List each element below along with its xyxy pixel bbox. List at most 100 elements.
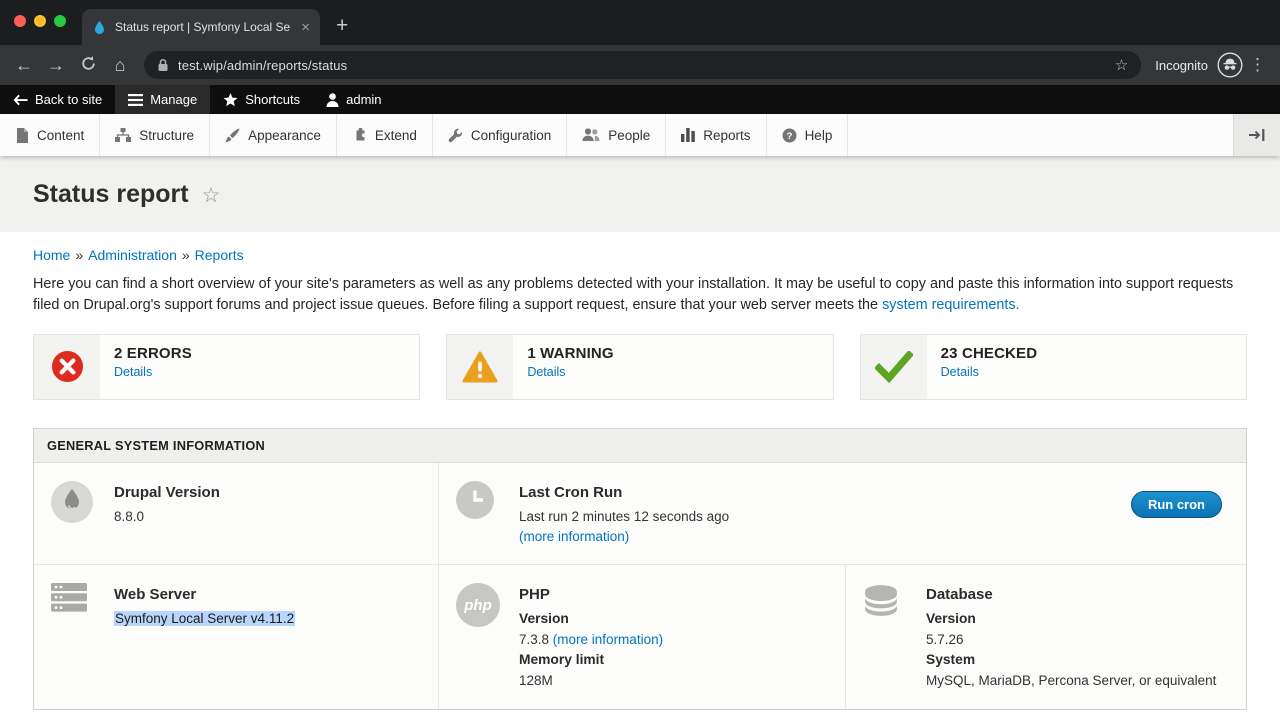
browser-tab[interactable]: Status report | Symfony Local Se ×	[82, 9, 320, 45]
breadcrumb-home-link[interactable]: Home	[33, 247, 70, 263]
php-icon: php	[456, 583, 500, 627]
window-close-button[interactable]	[14, 15, 26, 27]
breadcrumb-administration-link[interactable]: Administration	[88, 247, 177, 263]
forward-button[interactable]: →	[40, 56, 72, 74]
menu-item-label: People	[608, 128, 650, 143]
breadcrumb: Home»Administration»Reports	[33, 247, 1247, 263]
sitemap-icon	[115, 128, 131, 142]
php-icon-cell: php	[456, 581, 519, 693]
user-label: admin	[346, 92, 381, 107]
cron-title: Last Cron Run	[519, 482, 729, 505]
last-cron-run-cell: Last Cron Run Last run 2 minutes 12 seco…	[438, 463, 1246, 564]
menu-item-extend[interactable]: Extend	[337, 114, 433, 156]
clock-icon	[456, 481, 494, 519]
breadcrumb-separator: »	[182, 247, 190, 263]
browser-tabstrip: Status report | Symfony Local Se × +	[0, 0, 1280, 45]
menu-item-help[interactable]: ? Help	[767, 114, 849, 156]
clock-icon-cell	[456, 479, 519, 548]
php-cell: php PHP Version 7.3.8 (more information)…	[438, 565, 845, 709]
tray-orientation-toggle-button[interactable]	[1233, 114, 1280, 156]
php-memory-label: Memory limit	[519, 650, 663, 671]
intro-paragraph: Here you can find a short overview of yo…	[33, 274, 1247, 317]
arrow-left-icon	[13, 94, 28, 106]
toolbar-spacer	[395, 85, 1280, 114]
drupal-version-cell: Drupal Version 8.8.0	[34, 463, 438, 564]
checked-count: 23 CHECKED	[941, 345, 1038, 362]
web-server-cell: Web Server Symfony Local Server v4.11.2	[34, 565, 438, 709]
menu-item-people[interactable]: People	[567, 114, 666, 156]
tab-close-icon[interactable]: ×	[301, 20, 310, 35]
url-text: test.wip/admin/reports/status	[178, 58, 1106, 73]
wrench-icon	[448, 128, 463, 143]
favorite-star-icon[interactable]: ☆	[202, 183, 221, 208]
database-cell: Database Version 5.7.26 System MySQL, Ma…	[845, 565, 1246, 709]
menu-item-content[interactable]: Content	[0, 114, 100, 156]
menu-item-structure[interactable]: Structure	[100, 114, 210, 156]
shortcuts-label: Shortcuts	[245, 92, 300, 107]
menu-item-label: Content	[37, 128, 84, 143]
back-to-site-link[interactable]: Back to site	[0, 85, 115, 114]
page-header: Status report ☆	[0, 156, 1280, 232]
intro-text: Here you can find a short overview of yo…	[33, 276, 1233, 313]
svg-text:php: php	[463, 597, 492, 614]
server-icon	[51, 583, 87, 612]
menu-item-label: Help	[805, 128, 833, 143]
cron-last-run: Last run 2 minutes 12 seconds ago	[519, 507, 729, 527]
web-server-title: Web Server	[114, 584, 295, 607]
menu-item-appearance[interactable]: Appearance	[210, 114, 337, 156]
reload-button[interactable]	[72, 55, 104, 75]
address-bar[interactable]: test.wip/admin/reports/status ☆	[144, 51, 1141, 79]
bar-chart-icon	[681, 128, 695, 142]
user-icon	[326, 93, 339, 107]
user-account-tab[interactable]: admin	[313, 85, 394, 114]
checkmark-icon	[875, 351, 913, 383]
puzzle-icon	[352, 128, 367, 142]
drupal-version-title: Drupal Version	[114, 482, 220, 505]
web-server-value-selected: Symfony Local Server v4.11.2	[114, 611, 295, 626]
menu-item-configuration[interactable]: Configuration	[433, 114, 567, 156]
shortcuts-tab[interactable]: Shortcuts	[210, 85, 313, 114]
browser-menu-button[interactable]: ⋮	[1249, 55, 1266, 75]
error-icon	[51, 350, 84, 383]
back-to-site-label: Back to site	[35, 92, 102, 107]
window-controls	[14, 15, 66, 27]
menu-item-label: Reports	[703, 128, 750, 143]
php-memory-value: 128M	[519, 671, 663, 691]
server-icon-cell	[51, 581, 114, 693]
home-button[interactable]: ⌂	[104, 56, 136, 74]
menu-item-label: Structure	[139, 128, 194, 143]
errors-details-link[interactable]: Details	[114, 365, 152, 379]
php-more-information-link[interactable]: (more information)	[553, 632, 663, 647]
new-tab-button[interactable]: +	[336, 14, 348, 38]
menubar-spacer	[848, 114, 1233, 156]
lock-icon	[157, 58, 169, 72]
breadcrumb-reports-link[interactable]: Reports	[195, 247, 244, 263]
database-icon	[863, 583, 899, 619]
bookmark-star-icon[interactable]: ☆	[1115, 56, 1128, 74]
manage-label: Manage	[150, 92, 197, 107]
question-icon: ?	[782, 128, 797, 143]
incognito-icon[interactable]	[1217, 52, 1243, 78]
menu-item-reports[interactable]: Reports	[666, 114, 766, 156]
warnings-card: 1 WARNING Details	[446, 334, 833, 400]
back-button[interactable]: ←	[8, 56, 40, 74]
warnings-details-link[interactable]: Details	[527, 365, 565, 379]
browser-toolbar: ← → ⌂ test.wip/admin/reports/status ☆ In…	[0, 45, 1280, 85]
database-icon-cell	[863, 581, 926, 693]
cron-more-information-link[interactable]: (more information)	[519, 529, 629, 544]
drupal-favicon-icon	[92, 20, 107, 35]
warnings-icon-cell	[447, 335, 513, 399]
warning-icon	[462, 351, 498, 383]
drupal-icon-cell	[51, 479, 114, 548]
checked-details-link[interactable]: Details	[941, 365, 979, 379]
paintbrush-icon	[225, 128, 240, 143]
run-cron-button[interactable]: Run cron	[1131, 491, 1222, 518]
window-minimize-button[interactable]	[34, 15, 46, 27]
reload-icon	[80, 55, 97, 72]
admin-toolbar: Back to site Manage Shortcuts admin	[0, 85, 1280, 114]
manage-tab[interactable]: Manage	[115, 85, 210, 114]
main-content: Home»Administration»Reports Here you can…	[0, 247, 1280, 710]
system-requirements-link[interactable]: system requirements.	[882, 297, 1020, 313]
window-zoom-button[interactable]	[54, 15, 66, 27]
menu-item-label: Configuration	[471, 128, 551, 143]
